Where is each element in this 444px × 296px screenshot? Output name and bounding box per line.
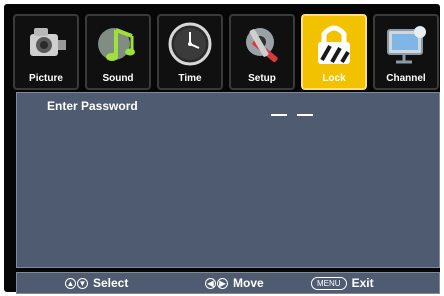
password-panel: Enter Password	[16, 92, 440, 268]
password-entry[interactable]	[267, 99, 327, 117]
tab-channel[interactable]: Channel	[373, 14, 439, 90]
menu-tabs: Picture Sound Time Setup Lock Channel	[13, 14, 439, 92]
hint-select-label: Select	[93, 276, 129, 290]
music-note-icon	[98, 28, 135, 61]
help-bar: ▲ ▼ Select ◀ ▶ Move MENU Exit	[16, 272, 440, 294]
camera-icon	[30, 28, 66, 56]
password-digit-2	[297, 114, 313, 116]
satellite-dish-icon	[387, 26, 426, 64]
hint-exit-label: Exit	[351, 276, 374, 290]
hint-move-label: Move	[233, 276, 264, 290]
tab-label: Lock	[322, 73, 346, 84]
tab-time[interactable]: Time	[157, 14, 223, 90]
clock-icon	[168, 22, 212, 66]
password-digit-1	[271, 114, 287, 116]
tab-sound[interactable]: Sound	[85, 14, 151, 90]
tab-picture[interactable]: Picture	[13, 14, 79, 90]
padlock-icon	[318, 25, 350, 64]
menu-key-icon: MENU	[311, 276, 347, 290]
tv-osd-frame: Picture Sound Time Setup Lock Channel En…	[0, 0, 444, 296]
tab-label: Sound	[102, 73, 134, 84]
tab-lock[interactable]: Lock	[301, 14, 367, 90]
tab-label: Picture	[29, 73, 63, 84]
tab-label: Time	[178, 73, 202, 84]
tools-icon	[246, 28, 278, 63]
tab-label: Setup	[248, 73, 276, 84]
tab-setup[interactable]: Setup	[229, 14, 295, 90]
tab-label: Channel	[386, 73, 426, 84]
left-right-arrow-icon: ◀ ▶	[205, 277, 228, 289]
hint-select: ▲ ▼ Select	[65, 276, 128, 290]
up-down-arrow-icon: ▲ ▼	[65, 277, 88, 289]
enter-password-label: Enter Password	[47, 99, 138, 113]
hint-move: ◀ ▶ Move	[205, 276, 264, 290]
hint-exit: MENU Exit	[311, 276, 374, 290]
osd-menu: Picture Sound Time Setup Lock Channel En…	[4, 4, 440, 294]
